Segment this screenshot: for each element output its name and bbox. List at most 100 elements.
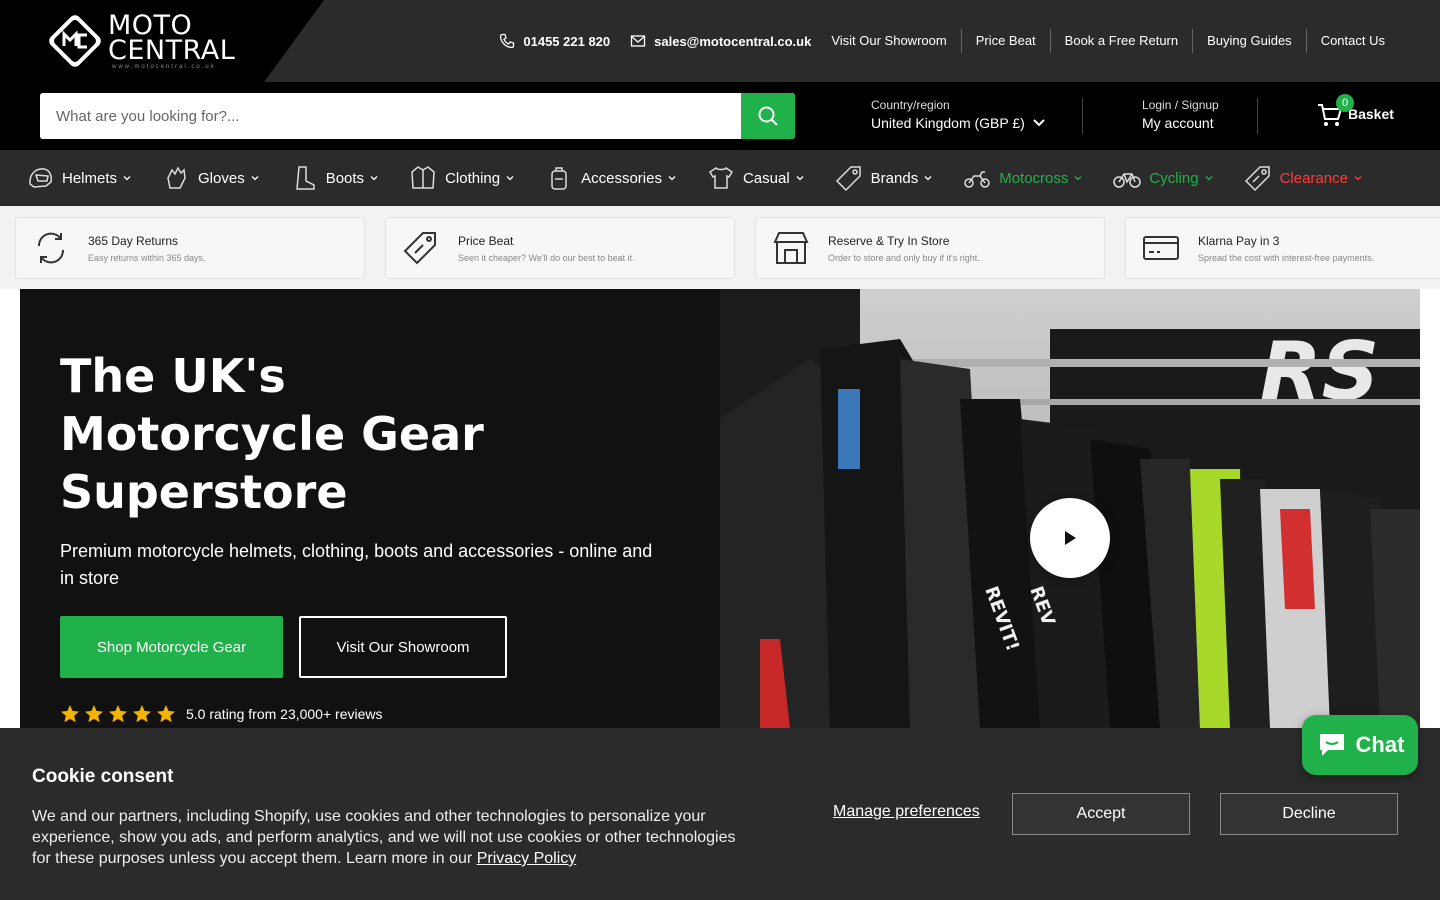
phone-icon: [500, 33, 515, 49]
basket-button[interactable]: 0 Basket: [1316, 94, 1394, 128]
link-visit-showroom[interactable]: Visit Our Showroom: [831, 29, 960, 53]
nav-item-gloves[interactable]: Gloves: [162, 164, 260, 192]
chevron-down-icon: [251, 176, 259, 181]
logo-url: www.motocentral.co.uk: [112, 64, 216, 70]
privacy-policy-link[interactable]: Privacy Policy: [477, 850, 577, 867]
glove-icon: [167, 166, 186, 189]
hero-banner: The UK's Motorcycle Gear Superstore Prem…: [20, 289, 1420, 728]
store-icon: [773, 232, 809, 264]
link-buying-guides[interactable]: Buying Guides: [1192, 29, 1306, 53]
link-price-beat[interactable]: Price Beat: [960, 29, 1050, 53]
nav-item-boots[interactable]: Boots: [290, 164, 379, 192]
nav-item-brands[interactable]: Brands: [835, 164, 934, 192]
divider: [1257, 98, 1258, 134]
search-input[interactable]: [40, 93, 740, 139]
chat-bubble-icon: [1319, 734, 1344, 756]
search-button[interactable]: [741, 93, 795, 139]
nav-item-helmets[interactable]: Helmets: [26, 164, 132, 192]
play-button[interactable]: [1030, 498, 1110, 578]
hero-title-line-1: The UK's: [60, 349, 286, 403]
manage-preferences-link[interactable]: Manage preferences: [833, 803, 980, 821]
nav-item-clothing[interactable]: Clothing: [409, 164, 515, 192]
phone-link[interactable]: 01455 221 820: [499, 33, 610, 49]
chevron-down-icon: [796, 176, 804, 181]
nav-item-accessories[interactable]: Accessories: [545, 164, 677, 192]
usp-desc: Easy returns within 365 days.: [88, 252, 206, 263]
nav-label: Clearance: [1279, 169, 1348, 187]
chevron-down-icon: [924, 176, 932, 181]
chevron-down-icon: [123, 176, 131, 181]
cookie-title: Cookie consent: [32, 766, 174, 787]
usp-desc: Order to store and only buy if it's righ…: [828, 252, 980, 263]
nav-item-cycling[interactable]: Cycling: [1113, 164, 1213, 192]
bicycle-icon: [1113, 173, 1142, 188]
usp-klarna[interactable]: Klarna Pay in 3 Spread the cost with int…: [1125, 217, 1440, 279]
nav-label: Helmets: [62, 169, 118, 187]
link-contact-us[interactable]: Contact Us: [1305, 29, 1399, 53]
cookie-body: We and our partners, including Shopify, …: [32, 808, 736, 867]
hero-title-line-3: Superstore: [60, 465, 348, 519]
rating-summary: 5.0 rating from 23,000+ reviews: [60, 704, 383, 724]
search-row: Country/region United Kingdom (GBP £) Lo…: [0, 82, 1440, 150]
cookie-text: We and our partners, including Shopify, …: [32, 806, 752, 869]
nav-label: Boots: [325, 169, 365, 187]
chevron-down-icon: [1354, 176, 1362, 181]
region-selector[interactable]: Country/region United Kingdom (GBP £): [871, 98, 1045, 131]
nav-label: Gloves: [198, 169, 245, 187]
decline-button[interactable]: Decline: [1220, 793, 1398, 835]
usp-title: 365 Day Returns: [88, 233, 179, 248]
logo-wordmark: MOTO CENTRAL: [108, 12, 236, 66]
chevron-down-icon: [1205, 176, 1213, 181]
chevron-down-icon: [1074, 176, 1082, 181]
usp-returns[interactable]: 365 Day Returns Easy returns within 365 …: [15, 217, 365, 279]
nav-item-casual[interactable]: Casual: [707, 164, 805, 192]
sale-tag-icon: [1244, 166, 1270, 192]
nav-item-motocross[interactable]: Motocross: [963, 164, 1083, 192]
usp-desc: Seen it cheaper? We'll do our best to be…: [458, 252, 635, 263]
dirtbike-icon: [964, 171, 990, 188]
usp-strip: 365 Day Returns Easy returns within 365 …: [0, 206, 1440, 289]
nav-label: Brands: [870, 169, 919, 187]
search-box: [40, 93, 795, 139]
main-nav: Helmets Gloves Boots Clothing Accessorie…: [0, 150, 1440, 206]
nav-item-clearance[interactable]: Clearance: [1244, 164, 1363, 192]
top-bar: MOTO CENTRAL www.motocentral.co.uk 01455…: [0, 0, 1440, 82]
chat-label: Chat: [1355, 732, 1405, 757]
jacket-icon: [411, 166, 435, 189]
star-icon: [109, 705, 127, 723]
logo-icon: [49, 15, 101, 67]
tag-icon: [835, 166, 861, 192]
usp-reserve[interactable]: Reserve & Try In Store Order to store an…: [755, 217, 1105, 279]
logo-line-2: CENTRAL: [108, 35, 236, 66]
shop-gear-button[interactable]: Shop Motorcycle Gear: [60, 616, 283, 678]
price-tag-icon: [403, 232, 436, 265]
star-icon: [133, 705, 151, 723]
backpack-icon: [551, 167, 567, 190]
account-link[interactable]: Login / Signup My account: [1142, 98, 1219, 131]
usp-title: Reserve & Try In Store: [828, 233, 950, 248]
star-icon: [157, 705, 175, 723]
region-value: United Kingdom (GBP £): [871, 115, 1025, 131]
mail-icon: [630, 35, 646, 47]
chevron-down-icon: [668, 176, 676, 181]
hero-subtitle: Premium motorcycle helmets, clothing, bo…: [60, 541, 653, 588]
visit-showroom-button[interactable]: Visit Our Showroom: [299, 616, 507, 678]
usp-price-beat[interactable]: Price Beat Seen it cheaper? We'll do our…: [385, 217, 735, 279]
email-link[interactable]: sales@motocentral.co.uk: [630, 33, 811, 49]
play-icon: [1065, 531, 1076, 545]
nav-label: Accessories: [581, 169, 662, 187]
search-icon: [758, 106, 778, 126]
logo-block[interactable]: MOTO CENTRAL www.motocentral.co.uk: [0, 0, 265, 82]
link-free-return[interactable]: Book a Free Return: [1049, 29, 1192, 53]
chat-button[interactable]: Chat: [1302, 715, 1418, 775]
refresh-icon: [37, 232, 65, 264]
hero-title-line-2: Motorcycle Gear: [60, 407, 484, 461]
chevron-down-icon: [1033, 119, 1045, 127]
nav-label: Cycling: [1149, 169, 1199, 187]
basket-count-badge: 0: [1336, 94, 1354, 112]
chevron-down-icon: [370, 176, 378, 181]
hero-video[interactable]: RS REVIT! REV: [720, 289, 1420, 728]
logo-wedge: [264, 0, 324, 82]
accept-button[interactable]: Accept: [1012, 793, 1190, 835]
helmet-icon: [29, 168, 52, 188]
